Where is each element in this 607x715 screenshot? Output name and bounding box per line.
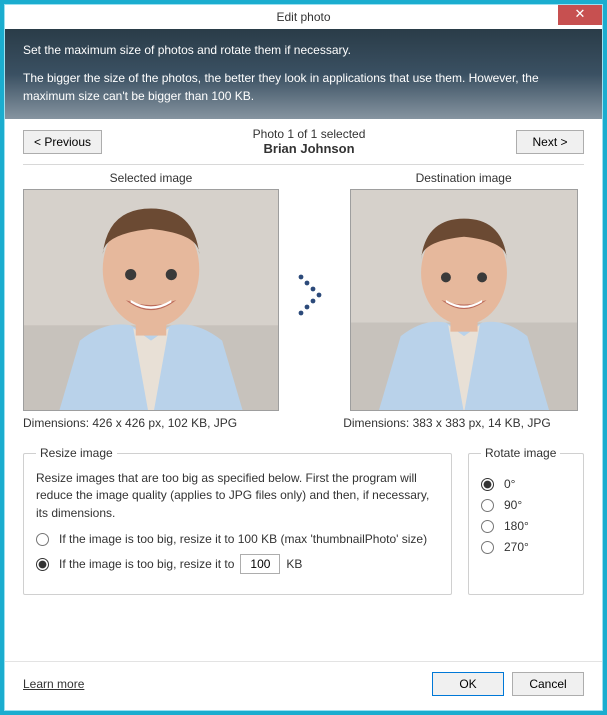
cancel-button[interactable]: Cancel <box>512 672 584 696</box>
resize-radio-custom[interactable] <box>36 558 49 571</box>
selected-image-dimensions: Dimensions: 426 x 426 px, 102 KB, JPG <box>23 416 279 430</box>
rotate-radio-180[interactable] <box>481 520 494 533</box>
resize-image-group: Resize image Resize images that are too … <box>23 446 452 595</box>
nav-center: Photo 1 of 1 selected Brian Johnson <box>102 127 516 156</box>
rotate-option-90[interactable]: 90° <box>481 498 571 512</box>
resize-description: Resize images that are too big as specif… <box>36 470 439 522</box>
resize-option-100kb[interactable]: If the image is too big, resize it to 10… <box>36 532 439 546</box>
resize-option-custom[interactable]: If the image is too big, resize it to KB <box>36 554 439 574</box>
rotate-option-270[interactable]: 270° <box>481 540 571 554</box>
selected-image-label: Selected image <box>23 171 279 185</box>
photo-counter: Photo 1 of 1 selected <box>102 127 516 141</box>
arrow-icon <box>297 171 325 419</box>
resize-option-custom-suffix: KB <box>286 557 302 571</box>
destination-image-dimensions: Dimensions: 383 x 383 px, 14 KB, JPG <box>343 416 584 430</box>
rotate-radio-90[interactable] <box>481 499 494 512</box>
rotate-label-270: 270° <box>504 540 529 554</box>
controls-row: Resize image Resize images that are too … <box>5 446 602 595</box>
person-photo-icon <box>351 190 577 410</box>
rotate-label-0: 0° <box>504 477 515 491</box>
compare-row: Selected image Dimensions: 426 x 426 px, <box>5 165 602 440</box>
resize-option-100kb-label: If the image is too big, resize it to 10… <box>59 532 427 546</box>
resize-size-input[interactable] <box>240 554 280 574</box>
info-banner: Set the maximum size of photos and rotat… <box>5 29 602 119</box>
rotate-radio-270[interactable] <box>481 541 494 554</box>
banner-line-2: The bigger the size of the photos, the b… <box>23 69 584 105</box>
dialog-footer: Learn more OK Cancel <box>5 661 602 710</box>
rotate-legend: Rotate image <box>481 446 560 460</box>
resize-legend: Resize image <box>36 446 117 460</box>
banner-line-1: Set the maximum size of photos and rotat… <box>23 41 584 59</box>
ok-button[interactable]: OK <box>432 672 504 696</box>
resize-radio-100kb[interactable] <box>36 533 49 546</box>
destination-image-label: Destination image <box>343 171 584 185</box>
titlebar: Edit photo ✕ <box>5 5 602 29</box>
destination-image <box>350 189 578 411</box>
nav-row: < Previous Photo 1 of 1 selected Brian J… <box>5 119 602 164</box>
window-title: Edit photo <box>276 10 330 24</box>
person-photo-icon <box>24 190 278 410</box>
rotate-image-group: Rotate image 0° 90° 180° 270° <box>468 446 584 595</box>
edit-photo-dialog: Edit photo ✕ Set the maximum size of pho… <box>4 4 603 711</box>
rotate-option-0[interactable]: 0° <box>481 477 571 491</box>
selected-image <box>23 189 279 411</box>
rotate-label-90: 90° <box>504 498 522 512</box>
rotate-label-180: 180° <box>504 519 529 533</box>
next-button[interactable]: Next > <box>516 130 584 154</box>
rotate-radio-0[interactable] <box>481 478 494 491</box>
rotate-option-180[interactable]: 180° <box>481 519 571 533</box>
destination-image-column: Destination image Dimensions: 383 x 383 … <box>343 171 584 430</box>
learn-more-link[interactable]: Learn more <box>23 677 84 691</box>
resize-option-custom-prefix: If the image is too big, resize it to <box>59 557 234 571</box>
selected-image-column: Selected image Dimensions: 426 x 426 px, <box>23 171 279 430</box>
previous-button[interactable]: < Previous <box>23 130 102 154</box>
close-button[interactable]: ✕ <box>558 5 602 25</box>
person-name: Brian Johnson <box>102 141 516 156</box>
